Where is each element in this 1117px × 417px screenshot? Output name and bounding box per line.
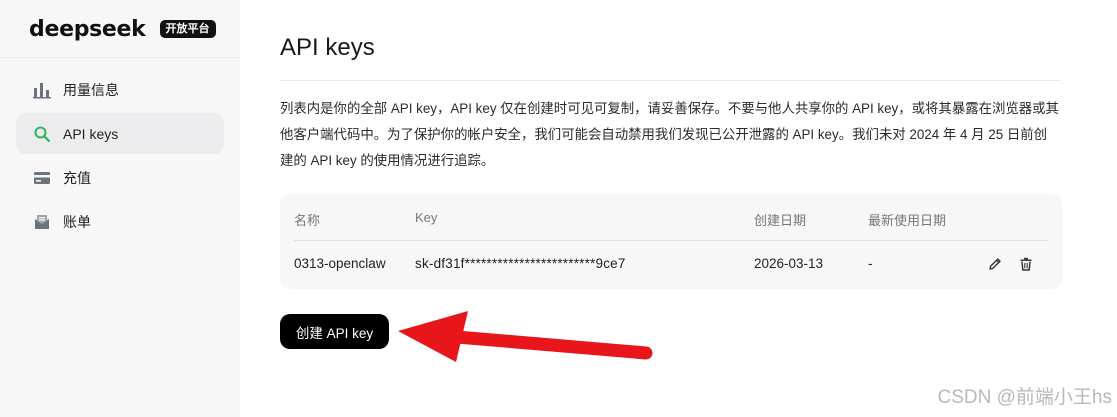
sidebar: deepseek 开放平台 用量信息 API keys 充值 账单	[0, 0, 240, 417]
column-header-created: 创建日期	[754, 213, 807, 228]
sidebar-item-usage[interactable]: 用量信息	[16, 69, 224, 110]
column-header-last-used: 最新使用日期	[868, 213, 947, 228]
sidebar-item-api-keys[interactable]: API keys	[16, 113, 224, 154]
page-title: API keys	[280, 34, 375, 61]
column-header-key: Key	[415, 210, 438, 225]
key-name: 0313-openclaw	[294, 256, 386, 271]
sidebar-item-label: 账单	[63, 213, 91, 230]
bill-icon	[33, 213, 51, 231]
credit-card-icon	[33, 169, 51, 187]
sidebar-nav: 用量信息 API keys 充值 账单	[16, 69, 224, 245]
sidebar-item-recharge[interactable]: 充值	[16, 157, 224, 198]
sidebar-divider	[0, 57, 240, 58]
sidebar-item-label: 充值	[63, 169, 91, 186]
watermark: CSDN @前端小王hs	[937, 387, 1112, 408]
search-key-icon	[33, 125, 51, 143]
key-last-used-date: -	[868, 256, 873, 271]
brand[interactable]: deepseek 开放平台	[29, 14, 216, 44]
key-value: sk-df31f************************9ce7	[415, 256, 626, 271]
sidebar-item-label: API keys	[63, 125, 119, 142]
column-header-name: 名称	[294, 213, 321, 228]
annotation-arrow-icon	[398, 311, 653, 362]
delete-icon[interactable]	[1018, 256, 1034, 272]
row-divider	[294, 240, 1048, 241]
sidebar-item-billing[interactable]: 账单	[16, 201, 224, 242]
title-divider	[280, 80, 1061, 81]
edit-icon[interactable]	[987, 256, 1003, 272]
sidebar-item-label: 用量信息	[63, 81, 119, 98]
platform-badge: 开放平台	[159, 20, 216, 38]
create-api-key-button[interactable]: 创建 API key	[280, 314, 389, 349]
page-description: 列表内是你的全部 API key，API key 仅在创建时可见可复制，请妥善保…	[280, 101, 1059, 168]
key-created-date: 2026-03-13	[754, 256, 824, 271]
api-keys-table: 名称 Key 创建日期 最新使用日期 0313-openclaw sk-df31…	[280, 194, 1062, 289]
bar-chart-icon	[33, 81, 51, 99]
brand-logo: deepseek	[29, 16, 146, 42]
